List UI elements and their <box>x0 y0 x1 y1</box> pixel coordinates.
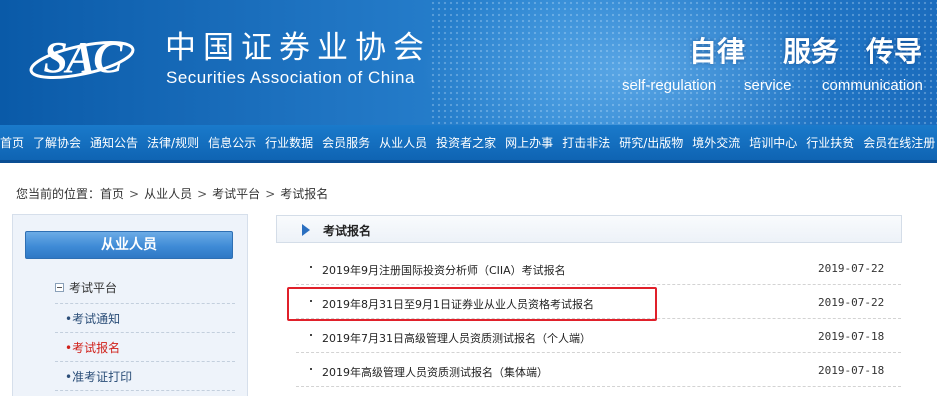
list-item: 2019年7月31日高级管理人员资质测试报名（个人端） 2019-07-18 <box>296 324 901 353</box>
nav-item-online-services[interactable]: 网上办事 <box>501 125 558 160</box>
bullet-dot-icon <box>310 266 312 268</box>
nav-item-training[interactable]: 培训中心 <box>745 125 802 160</box>
sac-logo[interactable]: SAC <box>22 26 142 90</box>
nav-item-about[interactable]: 了解协会 <box>29 125 86 160</box>
sidebar-item-exam-registration[interactable]: •考试报名 <box>65 339 120 356</box>
slogan-service-cn: 服务 <box>783 35 840 68</box>
sidebar-group-exam-platform[interactable]: 考试平台 <box>55 279 117 296</box>
nav-item-research[interactable]: 研究/出版物 <box>615 125 688 160</box>
section-title: 考试报名 <box>323 224 372 238</box>
bullet-dot-icon <box>310 334 312 336</box>
sidebar-divider <box>55 361 235 362</box>
nav-item-investors[interactable]: 投资者之家 <box>432 125 501 160</box>
org-name-en: Securities Association of China <box>166 68 415 87</box>
list-item-title[interactable]: 2019年7月31日高级管理人员资质测试报名（个人端） <box>322 330 591 346</box>
nav-item-laws[interactable]: 法律/规则 <box>143 125 204 160</box>
list-item-date: 2019-07-18 <box>818 364 885 377</box>
sidebar-item-exam-notice[interactable]: •考试通知 <box>65 310 120 327</box>
list-item: 2019年8月31日至9月1日证券业从业人员资格考试报名 2019-07-22 <box>296 290 901 319</box>
list-item-title[interactable]: 2019年9月注册国际投资分析师（CIIA）考试报名 <box>322 262 566 278</box>
nav-item-overseas[interactable]: 境外交流 <box>688 125 745 160</box>
slogan-self-regulation-en: self-regulation <box>622 77 717 94</box>
list-item-title[interactable]: 2019年8月31日至9月1日证券业从业人员资格考试报名 <box>322 296 594 312</box>
nav-item-disclosure[interactable]: 信息公示 <box>204 125 261 160</box>
nav-item-poverty-alleviation[interactable]: 行业扶贫 <box>802 125 859 160</box>
nav-item-notices[interactable]: 通知公告 <box>86 125 143 160</box>
bullet-dot-icon <box>310 300 312 302</box>
breadcrumb-practitioners[interactable]: 从业人员 <box>144 185 192 202</box>
sidebar-group-label: 考试平台 <box>69 281 118 295</box>
list-item: 2019年高级管理人员资质测试报名（集体端） 2019-07-18 <box>296 358 901 387</box>
list-item: 2019年9月注册国际投资分析师（CIIA）考试报名 2019-07-22 <box>296 256 901 285</box>
nav-item-practitioners[interactable]: 从业人员 <box>375 125 432 160</box>
breadcrumb-separator: > <box>265 186 276 201</box>
sidebar-item-admission-ticket[interactable]: •准考证打印 <box>65 368 132 385</box>
header-banner: SAC 中国证券业协会 Securities Association of Ch… <box>0 0 937 125</box>
nav-item-member-services[interactable]: 会员服务 <box>318 125 375 160</box>
bullet-dot-icon <box>310 368 312 370</box>
breadcrumb-prefix: 您当前的位置： <box>16 187 101 201</box>
breadcrumb: 您当前的位置： 首页 > 从业人员 > 考试平台 > 考试报名 <box>16 185 328 202</box>
list-item-date: 2019-07-18 <box>818 330 885 343</box>
breadcrumb-separator: > <box>129 186 140 201</box>
banner-world-map-pattern <box>430 0 937 125</box>
breadcrumb-home[interactable]: 首页 <box>100 185 124 202</box>
slogan-service-en: service <box>744 77 792 94</box>
sidebar-title[interactable]: 从业人员 <box>25 231 233 259</box>
sidebar-divider <box>55 390 235 391</box>
triangle-right-icon <box>302 224 310 236</box>
slogan-communication-cn: 传导 <box>866 35 923 68</box>
nav-item-home[interactable]: 首页 <box>0 125 29 160</box>
org-name-cn: 中国证券业协会 <box>165 30 431 66</box>
nav-item-member-registration[interactable]: 会员在线注册 <box>859 125 937 160</box>
section-header: 考试报名 <box>276 215 902 243</box>
breadcrumb-separator: > <box>197 186 208 201</box>
nav-item-anti-illegal[interactable]: 打击非法 <box>558 125 615 160</box>
sidebar: 从业人员 考试平台 •考试通知 •考试报名 •准考证打印 <box>12 214 248 396</box>
sac-logo-text: SAC <box>43 33 123 82</box>
slogan-communication-en: communication <box>822 77 923 94</box>
breadcrumb-current: 考试报名 <box>280 187 329 201</box>
sac-logo-mark: SAC <box>29 33 135 82</box>
main-nav: 首页 了解协会 通知公告 法律/规则 信息公示 行业数据 会员服务 从业人员 投… <box>0 125 937 163</box>
list-item-date: 2019-07-22 <box>818 296 885 309</box>
slogan-self-regulation-cn: 自律 <box>689 35 746 68</box>
list-item-title[interactable]: 2019年高级管理人员资质测试报名（集体端） <box>322 364 548 380</box>
sidebar-divider <box>55 332 235 333</box>
list-item-date: 2019-07-22 <box>818 262 885 275</box>
nav-item-industry-data[interactable]: 行业数据 <box>261 125 318 160</box>
sidebar-divider <box>55 303 235 304</box>
breadcrumb-exam-platform[interactable]: 考试平台 <box>212 185 260 202</box>
collapse-minus-icon[interactable] <box>55 283 64 292</box>
